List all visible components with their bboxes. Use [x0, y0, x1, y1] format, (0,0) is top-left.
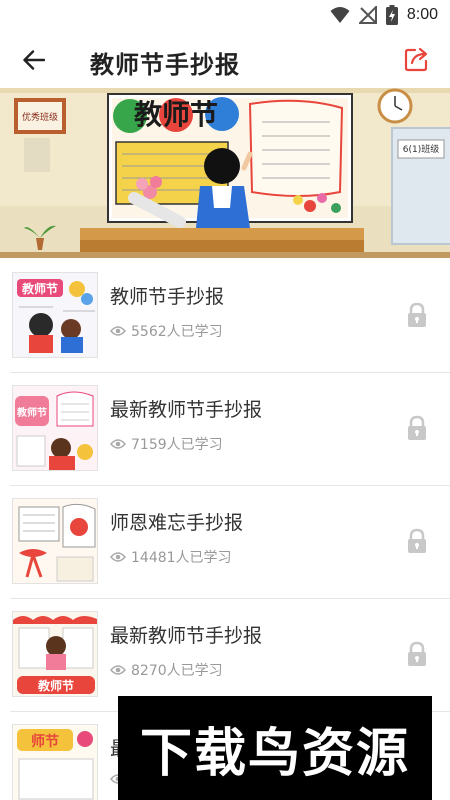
learner-count: 7159人已学习	[131, 437, 223, 453]
course-meta: 8270人已学习	[110, 660, 223, 680]
app-bar: 教师节手抄报	[0, 30, 450, 88]
thumbnail-image	[13, 499, 97, 583]
lock-icon	[408, 641, 426, 666]
course-thumbnail: 教师节	[12, 272, 98, 358]
no-signal-icon	[358, 6, 377, 24]
eye-icon	[110, 552, 126, 562]
eye-icon	[110, 326, 126, 336]
course-title: 最新教师节手抄报	[110, 399, 263, 421]
course-title: 师恩难忘手抄报	[110, 512, 244, 534]
share-icon	[404, 47, 428, 72]
thumbnail-image: 教师节	[13, 273, 97, 357]
thumb-label: 教师节	[21, 281, 58, 296]
poster-title: 教师节	[134, 98, 218, 131]
thumb-label: 教师节	[16, 406, 47, 419]
lock-icon	[408, 415, 426, 440]
battery-charging-icon	[385, 5, 398, 25]
watermark-overlay: 下载鸟资源	[118, 696, 432, 800]
eye-icon	[110, 439, 126, 449]
plaque-label: 优秀班级	[22, 111, 58, 123]
status-time: 8:00	[406, 6, 438, 23]
door-sign: 6(1)班级	[403, 143, 439, 155]
list-item[interactable]: 教师节 教师节手抄报 5562人已学习	[10, 260, 450, 373]
page-title: 教师节手抄报	[90, 51, 240, 79]
course-thumbnail: 师节	[12, 724, 98, 800]
list-item[interactable]: 师恩难忘手抄报 14481人已学习	[10, 486, 450, 599]
watermark-text: 下载鸟资源	[139, 723, 410, 784]
thumbnail-image: 教师节	[13, 386, 97, 470]
course-meta: 5562人已学习	[110, 321, 223, 341]
eye-icon	[110, 665, 126, 675]
back-button[interactable]	[16, 42, 52, 78]
course-thumbnail	[12, 498, 98, 584]
course-title: 教师节手抄报	[110, 286, 225, 308]
thumb-label: 教师节	[37, 678, 74, 693]
course-thumbnail: 教师节	[12, 385, 98, 471]
learner-count: 14481人已学习	[131, 550, 232, 566]
wifi-icon	[330, 7, 350, 23]
thumb-label: 师节	[31, 733, 59, 750]
course-title: 最新教师节手抄报	[110, 625, 263, 647]
arrow-left-icon	[23, 50, 45, 70]
course-meta: 7159人已学习	[110, 434, 223, 454]
lock-icon	[408, 528, 426, 553]
status-icons: 8:00	[330, 5, 438, 25]
thumbnail-image: 教师节	[13, 612, 97, 696]
share-button[interactable]	[402, 44, 432, 74]
classroom-illustration: 优秀班级 教师节 6(1)班级	[0, 88, 450, 258]
lock-icon	[408, 302, 426, 327]
status-bar: 8:00	[0, 0, 450, 30]
course-meta: 14481人已学习	[110, 547, 232, 567]
thumbnail-image: 师节	[13, 725, 97, 800]
banner-image[interactable]: 优秀班级 教师节 6(1)班级	[0, 88, 450, 258]
course-thumbnail: 教师节	[12, 611, 98, 697]
list-item[interactable]: 教师节 最新教师节手抄报 7159人已学习	[10, 373, 450, 486]
learner-count: 8270人已学习	[131, 663, 223, 679]
learner-count: 5562人已学习	[131, 324, 223, 340]
